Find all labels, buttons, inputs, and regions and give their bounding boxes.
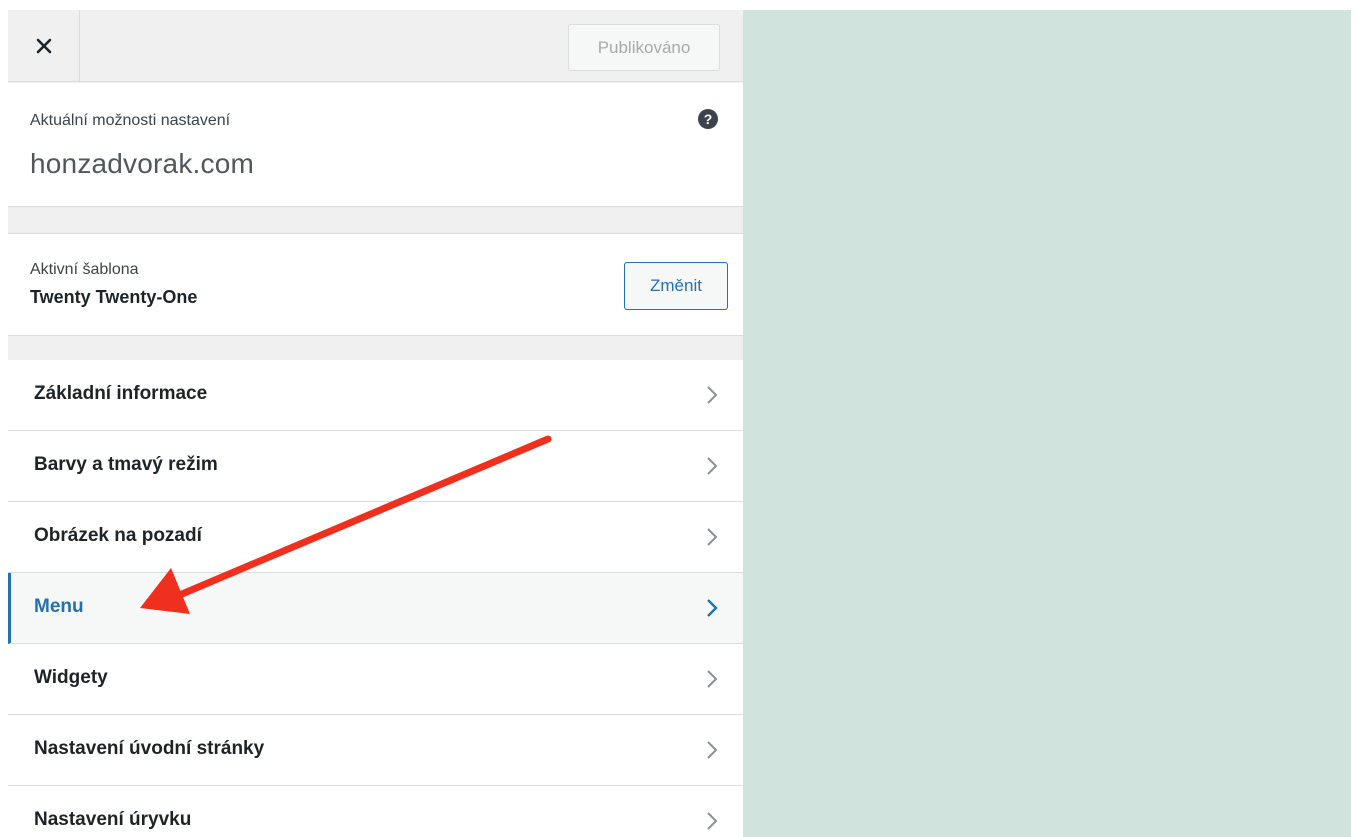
- close-icon: [36, 38, 51, 54]
- section-excerpt-settings[interactable]: Nastavení úryvku: [8, 786, 743, 837]
- publish-button[interactable]: Publikováno: [568, 24, 720, 71]
- chevron-right-icon: [707, 741, 718, 759]
- section-label: Nastavení úvodní stránky: [34, 738, 265, 759]
- site-title: honzadvorak.com: [30, 148, 255, 179]
- section-colors-dark-mode[interactable]: Barvy a tmavý režim: [8, 431, 743, 502]
- chevron-right-icon: [707, 670, 718, 688]
- section-basic-info[interactable]: Základní informace: [8, 360, 743, 431]
- info-label: Aktuální možnosti nastavení: [30, 112, 231, 129]
- section-background-image[interactable]: Obrázek na pozadí: [8, 502, 743, 573]
- site-preview-pane: [744, 10, 1351, 837]
- section-label: Nastavení úryvku: [34, 809, 192, 830]
- section-homepage-settings[interactable]: Nastavení úvodní stránky: [8, 715, 743, 786]
- active-theme-panel: Aktivní šablona Twenty Twenty-One Změnit: [8, 233, 743, 336]
- section-label: Obrázek na pozadí: [34, 525, 202, 546]
- close-button[interactable]: [8, 10, 80, 82]
- customizer-screen: Publikováno Aktuální možnosti nastavení …: [0, 0, 1359, 837]
- customizer-sections-list: Základní informace Barvy a tmavý režim O…: [8, 360, 743, 837]
- section-label: Widgety: [34, 667, 108, 688]
- chevron-right-icon: [707, 528, 718, 546]
- chevron-right-icon: [707, 386, 718, 404]
- section-menus[interactable]: Menu: [8, 573, 743, 644]
- customizer-info-panel: Aktuální možnosti nastavení honzadvorak.…: [8, 83, 743, 207]
- change-theme-button[interactable]: Změnit: [624, 262, 728, 310]
- section-widgets[interactable]: Widgety: [8, 644, 743, 715]
- section-label: Barvy a tmavý režim: [34, 454, 218, 475]
- chevron-right-icon: [707, 599, 718, 617]
- theme-name: Twenty Twenty-One: [30, 287, 198, 307]
- section-label: Základní informace: [34, 383, 208, 404]
- customizer-sidebar: Publikováno Aktuální možnosti nastavení …: [8, 10, 744, 837]
- customizer-header: Publikováno: [8, 10, 743, 82]
- theme-label: Aktivní šablona: [30, 261, 139, 278]
- help-icon[interactable]: ?: [698, 109, 718, 129]
- chevron-right-icon: [707, 812, 718, 830]
- section-label: Menu: [34, 596, 84, 617]
- chevron-right-icon: [707, 457, 718, 475]
